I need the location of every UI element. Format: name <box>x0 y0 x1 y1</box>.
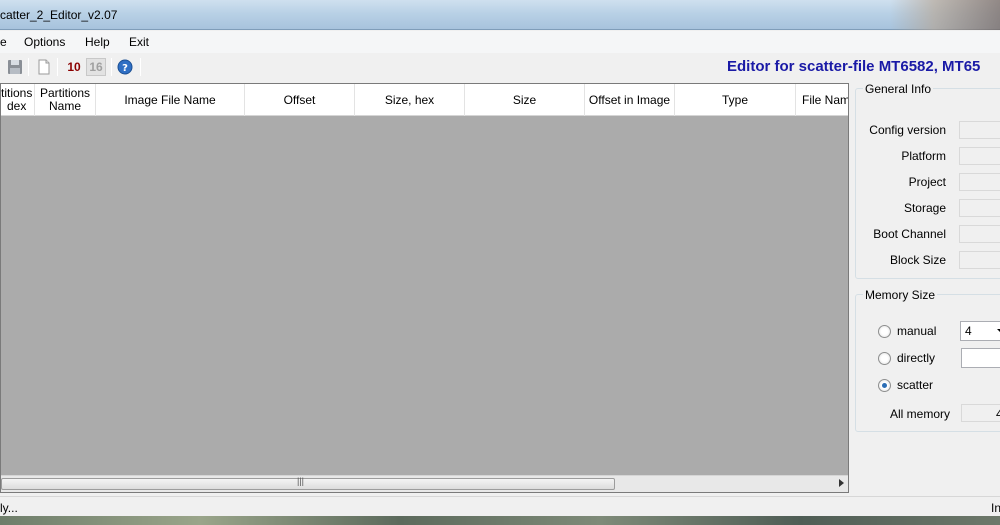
platform-field <box>959 147 1000 165</box>
storage-field <box>959 199 1000 217</box>
directly-radio-label[interactable]: directly <box>897 351 935 365</box>
manual-size-select[interactable]: 4 <box>960 321 1000 341</box>
toolbar: 10 16 ? Editor for scatter-file MT6582, … <box>0 54 1000 81</box>
all-memory-value: 4 <box>996 407 1000 421</box>
all-memory-field: 4 <box>961 404 1000 422</box>
scatter-radio[interactable] <box>878 379 891 392</box>
save-icon <box>8 60 22 74</box>
decimal-mode-icon: 10 <box>67 60 81 74</box>
menu-help[interactable]: Help <box>85 35 110 49</box>
column-size-hex[interactable]: Size, hex <box>355 84 465 116</box>
column-label: dex <box>7 99 27 113</box>
menu-bar: e Options Help Exit <box>0 31 1000 53</box>
table-header: titions dex Partitions Name Image File Nam… <box>1 84 848 116</box>
hex-mode-icon: 16 <box>89 60 103 74</box>
scatter-radio-label[interactable]: scatter <box>897 378 933 392</box>
status-bar: ly... In <box>0 496 1000 516</box>
status-right-text: In <box>991 501 1000 515</box>
column-label: Image File Name <box>124 92 216 107</box>
menu-file[interactable]: e <box>0 35 7 49</box>
title-bar-background <box>890 0 1000 30</box>
desktop-background-strip <box>0 516 1000 525</box>
partitions-table[interactable]: titions dex Partitions Name Image File Nam… <box>0 83 849 493</box>
directly-size-input[interactable] <box>961 348 1000 368</box>
column-partitions-name[interactable]: Partitions Name <box>35 84 96 116</box>
new-file-icon <box>38 59 50 75</box>
platform-label: Platform <box>901 149 946 163</box>
manual-radio[interactable] <box>878 325 891 338</box>
storage-label: Storage <box>903 201 946 215</box>
column-label: Offset in Image <box>588 92 671 107</box>
column-image-file-name[interactable]: Image File Name <box>96 84 245 116</box>
column-size[interactable]: Size <box>465 84 585 116</box>
window-title: catter_2_Editor_v2.07 <box>0 8 118 22</box>
memory-size-group: Memory Size manual 4 directly scatter Al… <box>855 288 1000 432</box>
toolbar-separator <box>140 58 141 76</box>
general-info-title: General Info <box>863 82 934 96</box>
column-label: Offset <box>283 92 316 107</box>
memory-size-title: Memory Size <box>863 288 938 302</box>
block-size-label: Block Size <box>889 253 946 267</box>
save-button[interactable] <box>6 58 24 76</box>
title-bar: catter_2_Editor_v2.07 <box>0 0 1000 30</box>
column-type[interactable]: Type <box>675 84 796 116</box>
general-info-group: General Info Config version Platform Pro… <box>855 82 1000 279</box>
decimal-mode-button[interactable]: 10 <box>64 58 84 76</box>
column-partitions-index[interactable]: titions dex <box>1 84 35 116</box>
scrollbar-grip-icon: ||| <box>297 476 305 486</box>
help-button[interactable]: ? <box>116 58 134 76</box>
manual-radio-label[interactable]: manual <box>897 324 936 338</box>
new-file-button[interactable] <box>35 58 53 76</box>
block-size-field <box>959 251 1000 269</box>
help-icon: ? <box>117 59 133 75</box>
column-label: Size <box>512 92 537 107</box>
project-field <box>959 173 1000 191</box>
column-label: File Name <box>802 92 848 107</box>
svg-text:?: ? <box>122 63 128 74</box>
editor-title: Editor for scatter-file MT6582, MT65 <box>727 58 981 75</box>
status-text: ly... <box>0 501 18 515</box>
manual-size-value: 4 <box>965 324 972 338</box>
scrollbar-thumb[interactable] <box>1 478 615 490</box>
hex-mode-button[interactable]: 16 <box>86 58 106 76</box>
column-label: Name <box>48 99 81 113</box>
config-version-field <box>959 121 1000 139</box>
scroll-right-arrow-icon[interactable] <box>839 479 844 487</box>
boot-channel-label: Boot Channel <box>873 227 946 241</box>
column-label: Type <box>721 92 748 107</box>
column-offset[interactable]: Offset <box>245 84 355 116</box>
info-panel: General Info Config version Platform Pro… <box>853 81 1000 493</box>
all-memory-label: All memory <box>889 407 950 421</box>
directly-radio[interactable] <box>878 352 891 365</box>
config-version-label: Config version <box>869 123 946 137</box>
toolbar-separator <box>28 58 29 76</box>
project-label: Project <box>908 175 946 189</box>
toolbar-separator <box>111 58 112 76</box>
menu-options[interactable]: Options <box>24 35 65 49</box>
toolbar-separator <box>57 58 58 76</box>
column-label: Size, hex <box>384 92 435 107</box>
boot-channel-field <box>959 225 1000 243</box>
menu-exit[interactable]: Exit <box>129 35 149 49</box>
column-file-name[interactable]: File Name <box>796 84 848 116</box>
column-offset-in-image[interactable]: Offset in Image <box>585 84 675 116</box>
horizontal-scrollbar[interactable]: ||| <box>1 475 848 492</box>
